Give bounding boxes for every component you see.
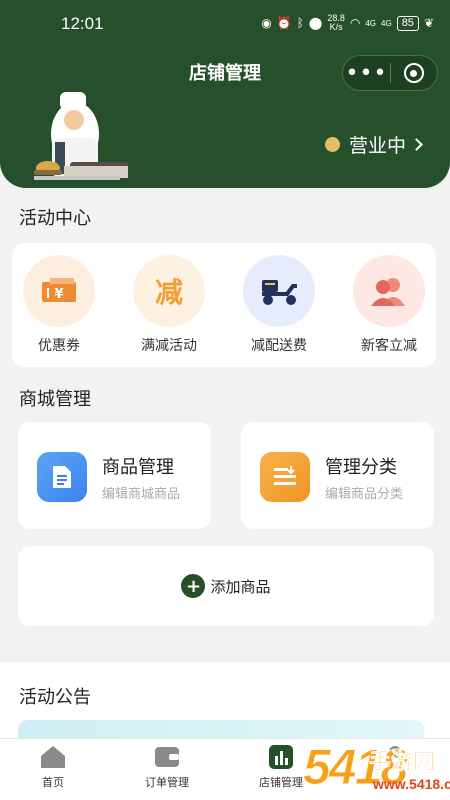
signal-icon: 4G <box>365 18 377 28</box>
plus-icon: + <box>181 574 206 598</box>
eye-icon: ◉ <box>261 16 272 30</box>
signal-icon-2: 4G <box>381 18 392 28</box>
leaf-icon: ❦ <box>423 16 434 30</box>
discount-glyph: 减 <box>154 276 183 309</box>
location-icon: ⬤ <box>308 16 323 30</box>
watermark-url: www.5418.cn <box>373 776 450 792</box>
activity-coupon[interactable]: ¥ 优惠券 <box>19 255 99 355</box>
discount-icon: 减 <box>133 255 205 327</box>
business-status-text: 营业中 <box>349 135 407 157</box>
chevron-right-icon <box>410 138 423 151</box>
activity-delivery-fee[interactable]: 减配送费 <box>239 255 319 355</box>
more-button[interactable]: ••• <box>343 56 390 90</box>
store-chart-icon <box>266 743 296 771</box>
category-icon <box>260 452 310 502</box>
mini-program-capsule: ••• <box>342 55 438 91</box>
tab-orders[interactable]: 订单管理 <box>117 743 217 790</box>
activity-new-customer[interactable]: 新客立减 <box>349 255 429 355</box>
net-speed-unit: K/s <box>329 22 343 32</box>
activity-label: 新客立减 <box>361 338 417 354</box>
category-management-card[interactable]: 管理分类 编辑商品分类 <box>241 422 434 529</box>
delivery-scooter-icon <box>243 255 315 327</box>
net-speed: 28.8 K/s <box>327 14 345 32</box>
bluetooth-icon: ᛒ <box>296 16 304 30</box>
wallet-icon <box>152 743 182 771</box>
activity-label: 满减活动 <box>141 338 197 354</box>
product-management-card[interactable]: 商品管理 编辑商城商品 <box>18 422 211 529</box>
announcement-title: 活动公告 <box>19 687 91 708</box>
chef-illustration <box>34 92 128 180</box>
tab-home[interactable]: 首页 <box>3 743 103 790</box>
add-product-label: 添加商品 <box>210 577 271 596</box>
activity-center-title: 活动中心 <box>19 208 91 229</box>
activity-label: 减配送费 <box>251 338 307 354</box>
document-icon <box>37 452 87 502</box>
tab-label: 订单管理 <box>145 776 189 789</box>
new-customer-icon <box>353 255 425 327</box>
close-button[interactable] <box>391 56 437 90</box>
svg-text:¥: ¥ <box>54 287 63 302</box>
battery-icon: 85 <box>396 15 419 31</box>
status-dot <box>325 137 340 152</box>
tab-label: 首页 <box>42 776 64 789</box>
alarm-icon: ⏰ <box>276 16 292 30</box>
add-product-button[interactable]: + 添加商品 <box>18 546 434 626</box>
site-watermark: 5418 手游网 www.5418.cn <box>302 739 450 800</box>
activity-center-card: ¥ 优惠券 减 满减活动 减配送费 新客立减 <box>12 243 436 367</box>
status-icons: ◉ ⏰ ᛒ ⬤ 28.8 K/s ◠ 4G 4G 85 ❦ <box>261 14 434 32</box>
wifi-icon: ◠ <box>349 16 361 30</box>
target-icon <box>403 63 424 83</box>
business-status-button[interactable]: 营业中 <box>325 131 423 158</box>
activity-label: 优惠券 <box>38 338 80 354</box>
home-icon <box>38 743 68 771</box>
status-time: 12:01 <box>61 14 104 33</box>
coupon-icon: ¥ <box>23 255 95 327</box>
status-bar: 12:01 ◉ ⏰ ᛒ ⬤ 28.8 K/s ◠ 4G 4G 85 ❦ <box>0 0 450 48</box>
mall-card-subtitle: 编辑商城商品 <box>102 487 181 502</box>
more-icon: ••• <box>345 60 388 86</box>
store-header: 店铺管理 ••• 营业中 <box>0 48 450 188</box>
watermark-text: 手游网 <box>369 750 436 776</box>
mall-management-title: 商城管理 <box>19 389 91 410</box>
mall-card-title: 商品管理 <box>102 457 174 478</box>
activity-discount[interactable]: 减 满减活动 <box>129 255 209 355</box>
mall-card-subtitle: 编辑商品分类 <box>325 487 404 502</box>
mall-card-title: 管理分类 <box>325 457 397 478</box>
